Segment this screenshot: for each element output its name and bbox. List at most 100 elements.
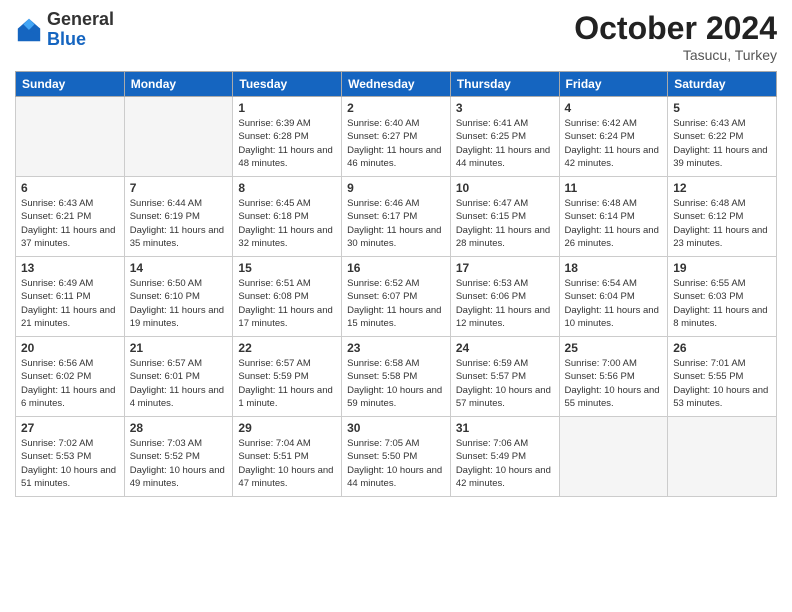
calendar-cell: 17Sunrise: 6:53 AM Sunset: 6:06 PM Dayli… bbox=[450, 257, 559, 337]
day-number: 9 bbox=[347, 181, 445, 195]
calendar-cell: 12Sunrise: 6:48 AM Sunset: 6:12 PM Dayli… bbox=[668, 177, 777, 257]
day-number: 22 bbox=[238, 341, 336, 355]
calendar-cell: 21 Sunrise: 6:57 AM Sunset: 6:01 PM Dayli… bbox=[124, 337, 233, 417]
calendar-table: SundayMondayTuesdayWednesdayThursdayFrid… bbox=[15, 71, 777, 497]
day-number: 3 bbox=[456, 101, 554, 115]
day-number: 26 bbox=[673, 341, 771, 355]
day-number: 8 bbox=[238, 181, 336, 195]
day-info: Sunrise: 7:01 AM Sunset: 5:55 PM Dayligh… bbox=[673, 357, 771, 410]
calendar-cell: 9 Sunrise: 6:46 AM Sunset: 6:17 PM Daylig… bbox=[342, 177, 451, 257]
day-info: Sunrise: 6:55 AM Sunset: 6:03 PM Dayligh… bbox=[673, 277, 771, 330]
day-info: Sunrise: 6:43 AM Sunset: 6:22 PM Dayligh… bbox=[673, 117, 771, 170]
week-row-3: 20Sunrise: 6:56 AM Sunset: 6:02 PM Dayli… bbox=[16, 337, 777, 417]
day-info: Sunrise: 6:51 AM Sunset: 6:08 PM Dayligh… bbox=[238, 277, 336, 330]
calendar-cell: 7 Sunrise: 6:44 AM Sunset: 6:19 PM Daylig… bbox=[124, 177, 233, 257]
calendar-cell: 16Sunrise: 6:52 AM Sunset: 6:07 PM Dayli… bbox=[342, 257, 451, 337]
weekday-header-monday: Monday bbox=[124, 72, 233, 97]
calendar-cell: 5 Sunrise: 6:43 AM Sunset: 6:22 PM Daylig… bbox=[668, 97, 777, 177]
day-info: Sunrise: 6:44 AM Sunset: 6:19 PM Dayligh… bbox=[130, 197, 228, 250]
calendar-cell: 11 Sunrise: 6:48 AM Sunset: 6:14 PM Dayli… bbox=[559, 177, 668, 257]
day-info: Sunrise: 7:03 AM Sunset: 5:52 PM Dayligh… bbox=[130, 437, 228, 490]
location: Tasucu, Turkey bbox=[574, 47, 777, 63]
calendar-cell: 29 Sunrise: 7:04 AM Sunset: 5:51 PM Dayli… bbox=[233, 417, 342, 497]
day-info: Sunrise: 7:06 AM Sunset: 5:49 PM Dayligh… bbox=[456, 437, 554, 490]
day-info: Sunrise: 6:57 AM Sunset: 5:59 PM Dayligh… bbox=[238, 357, 336, 410]
weekday-header-row: SundayMondayTuesdayWednesdayThursdayFrid… bbox=[16, 72, 777, 97]
day-number: 2 bbox=[347, 101, 445, 115]
week-row-4: 27 Sunrise: 7:02 AM Sunset: 5:53 PM Dayli… bbox=[16, 417, 777, 497]
calendar-cell: 3 Sunrise: 6:41 AM Sunset: 6:25 PM Daylig… bbox=[450, 97, 559, 177]
weekday-header-friday: Friday bbox=[559, 72, 668, 97]
calendar-cell: 25 Sunrise: 7:00 AM Sunset: 5:56 PM Dayli… bbox=[559, 337, 668, 417]
calendar-cell: 30 Sunrise: 7:05 AM Sunset: 5:50 PM Dayli… bbox=[342, 417, 451, 497]
calendar-cell: 19Sunrise: 6:55 AM Sunset: 6:03 PM Dayli… bbox=[668, 257, 777, 337]
calendar-cell bbox=[16, 97, 125, 177]
page: General Blue October 2024 Tasucu, Turkey… bbox=[0, 0, 792, 612]
calendar-cell: 2 Sunrise: 6:40 AM Sunset: 6:27 PM Daylig… bbox=[342, 97, 451, 177]
day-number: 27 bbox=[21, 421, 119, 435]
day-number: 5 bbox=[673, 101, 771, 115]
day-info: Sunrise: 6:57 AM Sunset: 6:01 PM Dayligh… bbox=[130, 357, 228, 410]
day-number: 7 bbox=[130, 181, 228, 195]
day-info: Sunrise: 6:48 AM Sunset: 6:12 PM Dayligh… bbox=[673, 197, 771, 250]
day-info: Sunrise: 7:04 AM Sunset: 5:51 PM Dayligh… bbox=[238, 437, 336, 490]
day-number: 4 bbox=[565, 101, 663, 115]
day-info: Sunrise: 7:00 AM Sunset: 5:56 PM Dayligh… bbox=[565, 357, 663, 410]
calendar-cell: 24Sunrise: 6:59 AM Sunset: 5:57 PM Dayli… bbox=[450, 337, 559, 417]
logo-text: General Blue bbox=[47, 10, 114, 50]
calendar-cell: 18 Sunrise: 6:54 AM Sunset: 6:04 PM Dayli… bbox=[559, 257, 668, 337]
day-number: 11 bbox=[565, 181, 663, 195]
week-row-1: 6Sunrise: 6:43 AM Sunset: 6:21 PM Daylig… bbox=[16, 177, 777, 257]
day-number: 18 bbox=[565, 261, 663, 275]
day-info: Sunrise: 6:42 AM Sunset: 6:24 PM Dayligh… bbox=[565, 117, 663, 170]
calendar-cell: 1 Sunrise: 6:39 AM Sunset: 6:28 PM Daylig… bbox=[233, 97, 342, 177]
day-number: 21 bbox=[130, 341, 228, 355]
day-info: Sunrise: 6:40 AM Sunset: 6:27 PM Dayligh… bbox=[347, 117, 445, 170]
day-info: Sunrise: 6:45 AM Sunset: 6:18 PM Dayligh… bbox=[238, 197, 336, 250]
weekday-header-wednesday: Wednesday bbox=[342, 72, 451, 97]
day-info: Sunrise: 7:05 AM Sunset: 5:50 PM Dayligh… bbox=[347, 437, 445, 490]
week-row-0: 1 Sunrise: 6:39 AM Sunset: 6:28 PM Daylig… bbox=[16, 97, 777, 177]
day-info: Sunrise: 6:41 AM Sunset: 6:25 PM Dayligh… bbox=[456, 117, 554, 170]
day-number: 31 bbox=[456, 421, 554, 435]
day-info: Sunrise: 7:02 AM Sunset: 5:53 PM Dayligh… bbox=[21, 437, 119, 490]
calendar-cell: 10Sunrise: 6:47 AM Sunset: 6:15 PM Dayli… bbox=[450, 177, 559, 257]
day-number: 25 bbox=[565, 341, 663, 355]
day-number: 30 bbox=[347, 421, 445, 435]
calendar-cell bbox=[124, 97, 233, 177]
logo-general: General bbox=[47, 9, 114, 29]
title-block: October 2024 Tasucu, Turkey bbox=[574, 10, 777, 63]
logo: General Blue bbox=[15, 10, 114, 50]
day-info: Sunrise: 6:50 AM Sunset: 6:10 PM Dayligh… bbox=[130, 277, 228, 330]
calendar-cell bbox=[559, 417, 668, 497]
day-info: Sunrise: 6:48 AM Sunset: 6:14 PM Dayligh… bbox=[565, 197, 663, 250]
day-info: Sunrise: 6:49 AM Sunset: 6:11 PM Dayligh… bbox=[21, 277, 119, 330]
day-info: Sunrise: 6:54 AM Sunset: 6:04 PM Dayligh… bbox=[565, 277, 663, 330]
weekday-header-saturday: Saturday bbox=[668, 72, 777, 97]
day-number: 20 bbox=[21, 341, 119, 355]
calendar-cell: 26 Sunrise: 7:01 AM Sunset: 5:55 PM Dayli… bbox=[668, 337, 777, 417]
day-number: 28 bbox=[130, 421, 228, 435]
calendar-cell: 23 Sunrise: 6:58 AM Sunset: 5:58 PM Dayli… bbox=[342, 337, 451, 417]
week-row-2: 13Sunrise: 6:49 AM Sunset: 6:11 PM Dayli… bbox=[16, 257, 777, 337]
logo-blue: Blue bbox=[47, 29, 86, 49]
day-info: Sunrise: 6:46 AM Sunset: 6:17 PM Dayligh… bbox=[347, 197, 445, 250]
day-number: 1 bbox=[238, 101, 336, 115]
calendar-cell: 4 Sunrise: 6:42 AM Sunset: 6:24 PM Daylig… bbox=[559, 97, 668, 177]
calendar-cell: 22 Sunrise: 6:57 AM Sunset: 5:59 PM Dayli… bbox=[233, 337, 342, 417]
calendar-cell: 8 Sunrise: 6:45 AM Sunset: 6:18 PM Daylig… bbox=[233, 177, 342, 257]
day-info: Sunrise: 6:58 AM Sunset: 5:58 PM Dayligh… bbox=[347, 357, 445, 410]
header: General Blue October 2024 Tasucu, Turkey bbox=[15, 10, 777, 63]
calendar-cell: 6Sunrise: 6:43 AM Sunset: 6:21 PM Daylig… bbox=[16, 177, 125, 257]
day-number: 15 bbox=[238, 261, 336, 275]
calendar-cell: 27 Sunrise: 7:02 AM Sunset: 5:53 PM Dayli… bbox=[16, 417, 125, 497]
day-info: Sunrise: 6:52 AM Sunset: 6:07 PM Dayligh… bbox=[347, 277, 445, 330]
day-info: Sunrise: 6:39 AM Sunset: 6:28 PM Dayligh… bbox=[238, 117, 336, 170]
day-number: 29 bbox=[238, 421, 336, 435]
calendar-cell: 15 Sunrise: 6:51 AM Sunset: 6:08 PM Dayli… bbox=[233, 257, 342, 337]
day-number: 14 bbox=[130, 261, 228, 275]
day-number: 17 bbox=[456, 261, 554, 275]
day-number: 23 bbox=[347, 341, 445, 355]
day-number: 6 bbox=[21, 181, 119, 195]
calendar-cell: 28 Sunrise: 7:03 AM Sunset: 5:52 PM Dayli… bbox=[124, 417, 233, 497]
